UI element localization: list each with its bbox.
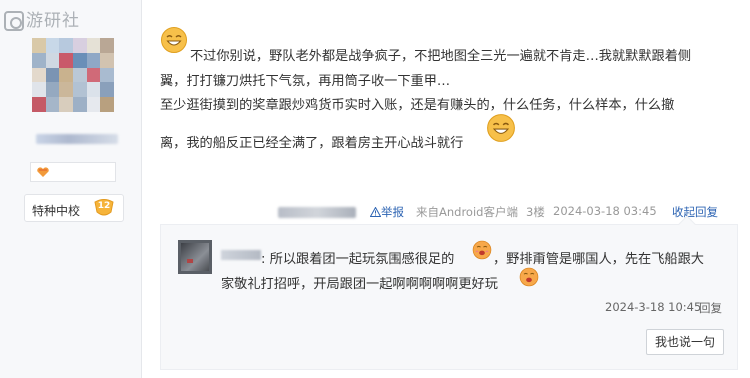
smiley-face-icon bbox=[161, 27, 187, 53]
watermark-logo-icon bbox=[4, 11, 24, 31]
post-line: 至少逛街摸到的奖章跟炒鸡货币实时入账，还是有赚头的，什么任务，什么样本，什么撤 bbox=[160, 98, 675, 113]
say-something-button[interactable]: 我也说一句 bbox=[646, 329, 724, 355]
post-line: 翼，打打镰刀烘托下气氛，再用筒子收一下重甲… bbox=[160, 74, 451, 89]
post-timestamp: 2024-03-18 03:45 bbox=[553, 204, 657, 218]
reply-text-part: : 所以跟着团一起玩氛围感很足的 bbox=[261, 252, 455, 267]
post-line: 离，我的船反正已经全满了，跟着房主开心战斗就行 bbox=[160, 136, 464, 151]
reply-section: : 所以跟着团一起玩氛围感很足的 ，野排甭管是哪国人，先在飞船跟大 家敬礼打招呼… bbox=[160, 215, 739, 370]
report-label: 举报 bbox=[381, 205, 404, 219]
watermark-text: 游研社 bbox=[26, 11, 80, 31]
post-meta: 举报 来自Android客户端 3楼 2024-03-18 03:45 收起回复 bbox=[0, 204, 750, 220]
reply-text-part: ，野排甭管是哪国人，先在飞船跟大 bbox=[493, 252, 704, 267]
smiley-face-icon bbox=[519, 267, 539, 287]
reply-username-blurred[interactable] bbox=[221, 250, 261, 260]
floor-number: 3楼 bbox=[526, 205, 545, 219]
reply-text-line: 家敬礼打招呼，开局跟团一起啊啊啊啊啊更好玩 bbox=[221, 277, 498, 292]
avatar[interactable] bbox=[32, 38, 114, 112]
watermark: 游研社 bbox=[4, 6, 80, 31]
report-link[interactable]: 举报 bbox=[369, 204, 404, 220]
reply-meta: 2024-3-18 10:45 回复 bbox=[161, 300, 739, 316]
reply-avatar[interactable] bbox=[178, 240, 212, 274]
user-badge[interactable] bbox=[30, 162, 116, 182]
meta-blurred bbox=[278, 207, 356, 218]
collapse-reply-link[interactable]: 收起回复 bbox=[672, 204, 718, 220]
warning-icon bbox=[369, 206, 382, 217]
reply-link[interactable]: 回复 bbox=[699, 300, 722, 316]
reply-timestamp: 2024-3-18 10:45 bbox=[605, 300, 702, 314]
user-sidebar: 游研社 特种中校 12 bbox=[0, 0, 142, 378]
smiley-face-icon bbox=[472, 240, 492, 260]
post-source: 来自Android客户端 bbox=[416, 205, 518, 219]
username-blurred[interactable] bbox=[36, 134, 118, 144]
post-line: 不过你别说，野队老外都是战争疯子，不把地图全三光一遍就不肯走…我就默默跟着侧 bbox=[190, 49, 692, 64]
heart-badge-icon bbox=[37, 167, 49, 177]
smiley-face-icon bbox=[487, 114, 515, 142]
